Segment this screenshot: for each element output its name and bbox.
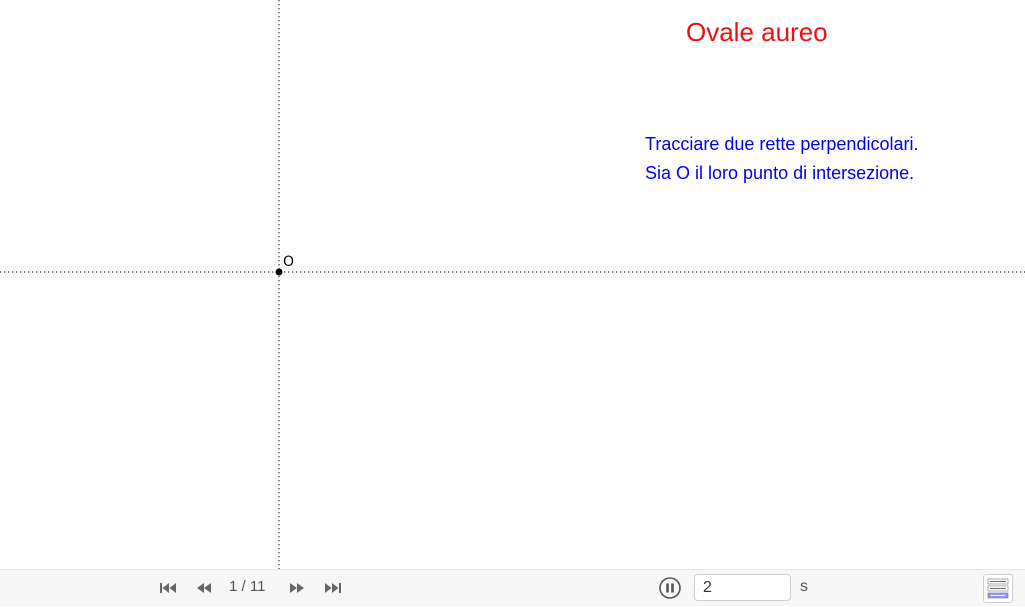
point-o-label: O [283, 254, 295, 270]
algebra-view-icon [987, 578, 1009, 599]
skip-to-start-button[interactable] [158, 579, 178, 597]
algebra-view-button[interactable] [983, 574, 1013, 603]
skip-to-end-button[interactable] [323, 579, 343, 597]
speed-unit-label: s [800, 578, 808, 595]
point-o[interactable] [275, 268, 283, 276]
page-title: Ovale aureo [686, 17, 828, 47]
skip-to-start-icon [160, 583, 176, 593]
page-indicator: 1 / 11 [229, 578, 266, 595]
step-back-icon [197, 583, 211, 593]
construction-svg [0, 0, 1025, 569]
step-back-button[interactable] [194, 579, 214, 597]
step-forward-button[interactable] [287, 579, 307, 597]
graphics-view[interactable]: O Ovale aureo Tracciare due rette perpen… [0, 0, 1025, 569]
pause-button[interactable] [659, 577, 681, 599]
navigation-bar: 1 / 11 s [0, 569, 1025, 606]
step-forward-icon [290, 583, 304, 593]
pause-icon [659, 577, 681, 599]
skip-to-end-icon [325, 583, 341, 593]
instruction-line-2: Sia O il loro punto di intersezione. [645, 163, 915, 183]
speed-input[interactable] [694, 574, 791, 601]
instruction-line-1: Tracciare due rette perpendicolari. [645, 134, 919, 154]
